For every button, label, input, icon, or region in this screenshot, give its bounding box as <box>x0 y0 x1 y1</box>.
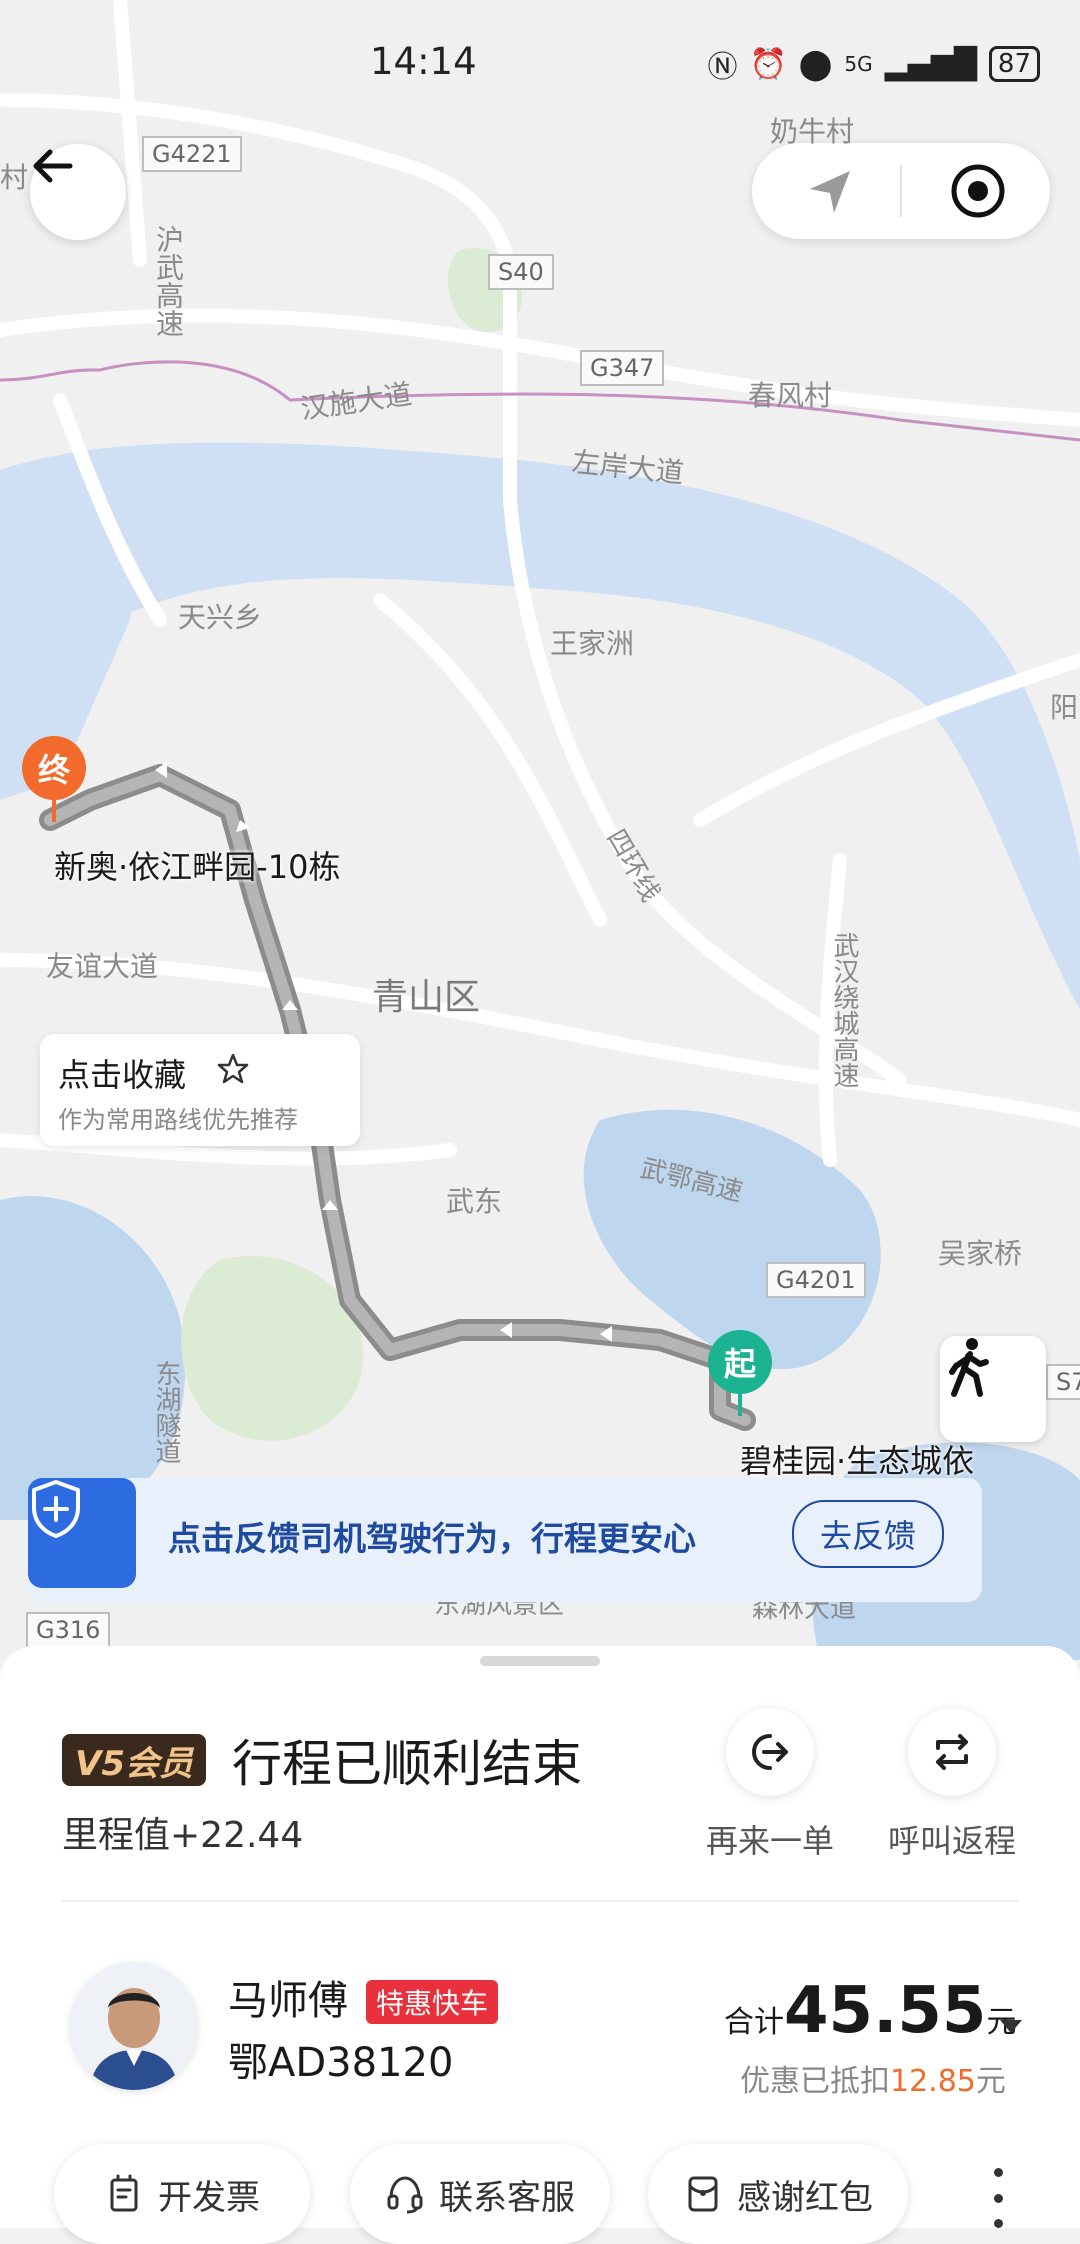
red-packet-icon <box>688 2176 718 2212</box>
destination-label: 新奥·依江畔园-10栋 <box>54 848 341 886</box>
reorder-button[interactable]: 再来一单 <box>690 1708 850 1862</box>
alarm-icon: ⏰ <box>749 46 787 82</box>
map-label: 青山区 <box>372 977 481 1018</box>
sheet-handle[interactable] <box>480 1656 600 1666</box>
map-view[interactable]: 14:14 Ⓝ ⏰ ⬤ 5G ▂▄▆█ 87 奶牛村 沪武高速 汉施大道 春风村… <box>0 0 1080 1660</box>
discount-unit: 元 <box>975 2064 1006 2099</box>
nfc-icon: Ⓝ <box>707 50 738 85</box>
map-label: 春风村 <box>748 379 833 412</box>
network-label: 5G <box>844 52 873 76</box>
return-trip-button[interactable]: 呼叫返程 <box>872 1708 1032 1862</box>
trip-status-title: 行程已顺利结束 <box>232 1735 582 1793</box>
map-label: 村 <box>0 161 29 194</box>
fare-amount: 45.55 <box>784 1974 987 2048</box>
discount-value: 12.85 <box>890 2064 976 2099</box>
reorder-icon-circle <box>726 1708 814 1796</box>
map-controls <box>752 143 1050 239</box>
road-badge: G347 <box>580 350 665 386</box>
road-badge: G4201 <box>766 1262 866 1298</box>
driver-name: 马师傅 <box>228 1978 348 2024</box>
divider <box>62 1900 1018 1902</box>
locate-target-icon <box>951 164 1005 218</box>
invoice-label: 开发票 <box>158 2177 260 2218</box>
end-pin[interactable]: 终 <box>22 736 86 800</box>
fare-total[interactable]: 合计45.55元 <box>724 1974 1016 2048</box>
star-icon <box>217 1053 249 1084</box>
reorder-label: 再来一单 <box>705 1822 834 1860</box>
feedback-text: 点击反馈司机驾驶行为，行程更安心 <box>168 1519 696 1558</box>
discount-info: 优惠已抵扣12.85元 <box>740 2056 1006 2100</box>
thank-red-packet-button[interactable]: 感谢红包 <box>648 2144 908 2244</box>
favorite-route-card[interactable]: 点击收藏 作为常用路线优先推荐 <box>40 1034 360 1146</box>
road-badge: S40 <box>488 254 554 290</box>
map-label: 阳 <box>1050 691 1079 724</box>
fare-total-label: 合计 <box>724 2005 784 2040</box>
driver-photo <box>70 1962 198 2090</box>
map-label: 友谊大道 <box>46 950 159 983</box>
mileage-points: 里程值+22.44 <box>62 1815 304 1856</box>
battery-indicator: 87 <box>988 46 1040 82</box>
red-packet-label: 感谢红包 <box>737 2177 873 2218</box>
map-label: 武东 <box>446 1185 503 1218</box>
map-label: 沪武高速 <box>152 225 185 337</box>
headset-icon <box>387 2176 423 2214</box>
more-options-icon[interactable] <box>988 2168 1008 2228</box>
give-feedback-button[interactable]: 去反馈 <box>792 1500 944 1568</box>
favorite-subtitle: 作为常用路线优先推荐 <box>58 1106 298 1134</box>
origin-label: 碧桂园·生态城依 <box>740 1442 975 1480</box>
start-pin-stem <box>738 1394 742 1416</box>
customer-service-button[interactable]: 联系客服 <box>350 2144 610 2244</box>
map-label: 天兴乡 <box>178 601 263 634</box>
map-label: 武汉绕城高速 <box>829 932 859 1088</box>
vip-badge: V5会员 <box>62 1734 206 1786</box>
navigation-arrow-icon <box>810 171 850 213</box>
favorite-title: 点击收藏 <box>58 1056 187 1094</box>
location-icon: ⬤ <box>798 46 833 82</box>
customer-service-label: 联系客服 <box>439 2177 575 2218</box>
status-icons: Ⓝ ⏰ ⬤ 5G ▂▄▆█ 87 <box>707 42 1040 86</box>
walking-person-icon <box>949 1338 989 1397</box>
return-trip-label: 呼叫返程 <box>887 1822 1016 1860</box>
end-pin-stem <box>52 800 56 822</box>
road-badge: G316 <box>26 1612 111 1648</box>
invoice-button[interactable]: 开发票 <box>54 2144 310 2244</box>
map-label: 奶牛村 <box>770 115 855 148</box>
road-badge: G4221 <box>142 136 242 172</box>
controls-divider <box>900 165 902 217</box>
return-icon-circle <box>908 1708 996 1796</box>
shield-plus-icon <box>32 1480 80 1538</box>
swap-arrows-icon <box>936 1734 968 1770</box>
map-label: 王家洲 <box>550 627 635 660</box>
discount-prefix: 优惠已抵扣 <box>740 2064 890 2099</box>
map-label: 吴家桥 <box>938 1237 1023 1270</box>
license-plate: 鄂AD38120 <box>228 2040 454 2086</box>
road-badge: S7 <box>1046 1364 1080 1400</box>
trip-summary-sheet: V5会员 行程已顺利结束 里程值+22.44 再来一单 呼叫返程 马师傅 特惠快… <box>0 1646 1080 2244</box>
exit-arrow-icon <box>751 1734 788 1770</box>
status-bar: 14:14 Ⓝ ⏰ ⬤ 5G ▂▄▆█ 87 <box>0 0 1080 120</box>
start-pin[interactable]: 起 <box>708 1330 772 1394</box>
lake-west <box>0 1196 186 1520</box>
map-label: 东湖隧道 <box>151 1360 181 1464</box>
caret-down-icon[interactable] <box>1000 2020 1022 2033</box>
driver-avatar[interactable] <box>70 1962 198 2090</box>
status-time: 14:14 <box>370 40 477 83</box>
arrow-left-icon <box>33 149 73 183</box>
driver-feedback-banner[interactable]: 点击反馈司机驾驶行为，行程更安心 去反馈 <box>28 1478 982 1602</box>
signal-icon: ▂▄▆█ <box>884 46 977 82</box>
service-type-tag: 特惠快车 <box>366 1980 499 2024</box>
back-button[interactable] <box>30 144 126 240</box>
river <box>0 442 1080 1010</box>
walking-button[interactable] <box>940 1336 1046 1442</box>
invoice-icon <box>110 2174 138 2212</box>
shield-badge <box>28 1478 136 1588</box>
